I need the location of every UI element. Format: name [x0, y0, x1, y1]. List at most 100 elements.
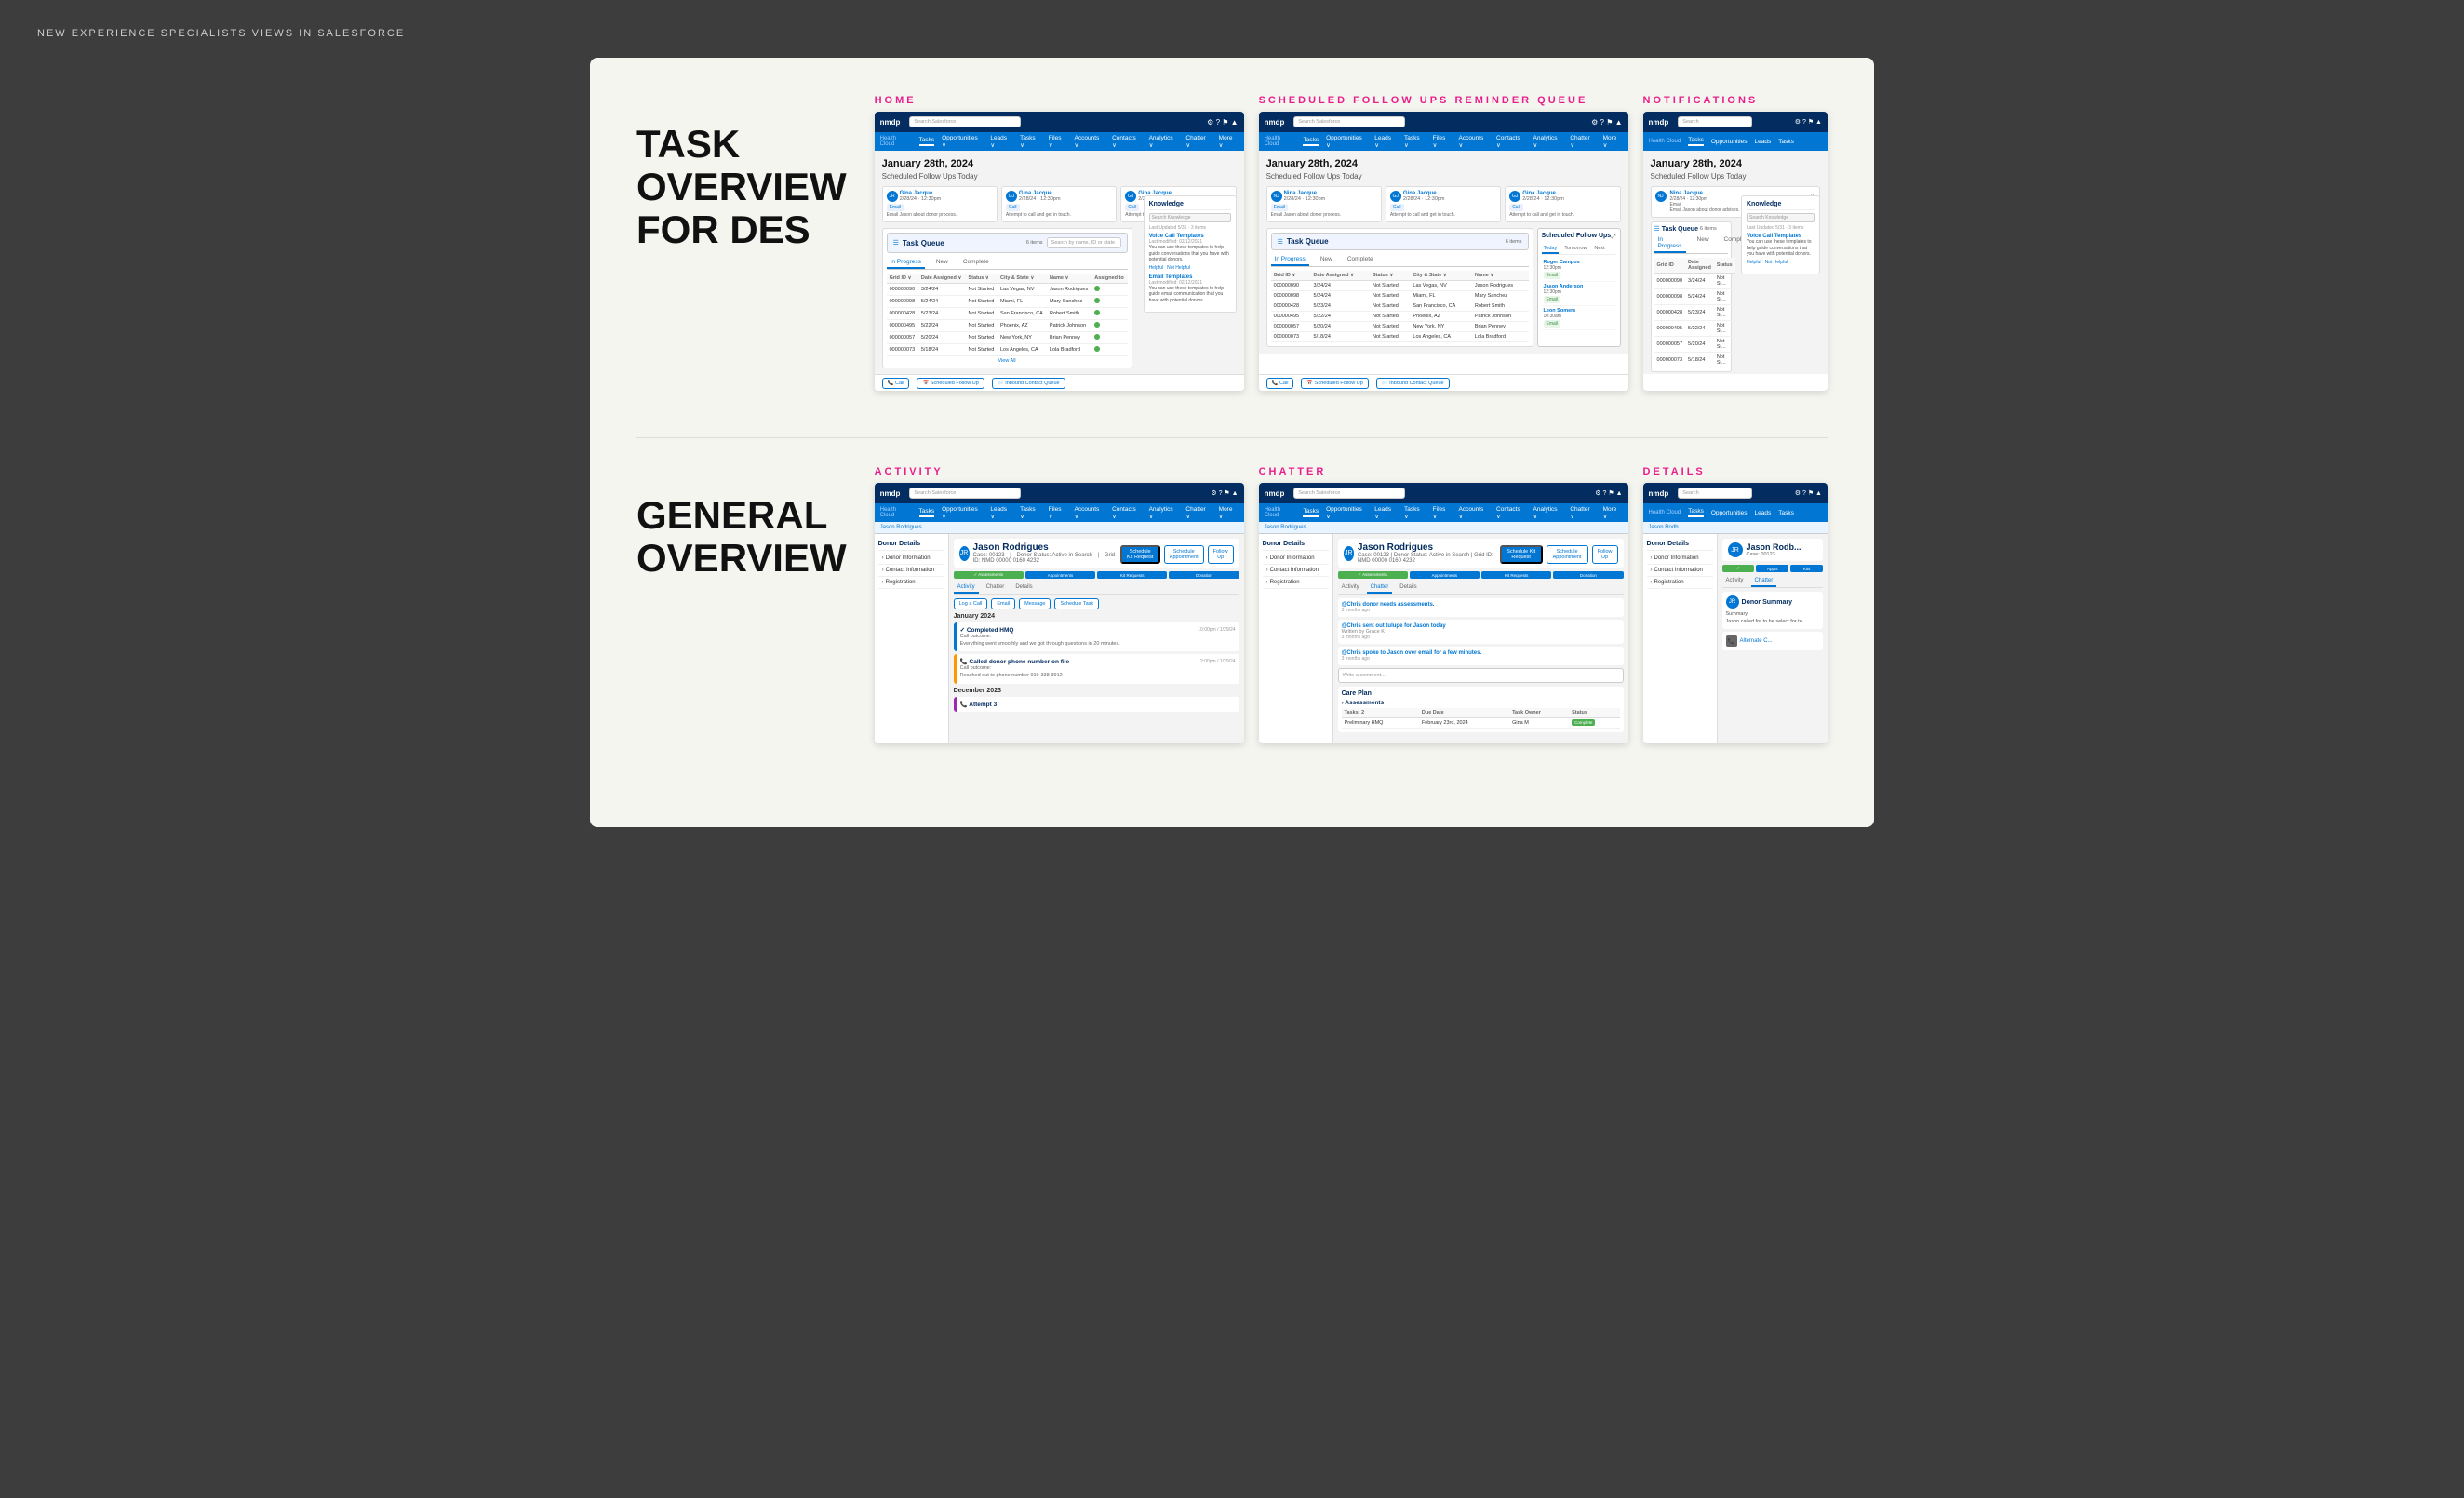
helpful-btn[interactable]: Helpful	[1149, 265, 1164, 271]
nav-tasks[interactable]: Tasks	[919, 137, 935, 146]
cell-name[interactable]: Jason Rodrigues	[1047, 284, 1091, 296]
act-nav-more[interactable]: More ∨	[1219, 506, 1239, 520]
table-row[interactable]: 000000090 3/24/24 Not Started Las Vegas,…	[887, 284, 1128, 296]
chatter-search[interactable]: Search Salesforce	[1293, 488, 1405, 499]
act-sidebar-contact[interactable]: › Contact Information	[878, 565, 944, 577]
chatter-comment-box[interactable]: Write a comment...	[1338, 668, 1624, 683]
nav-contacts[interactable]: Contacts ∨	[1112, 135, 1141, 149]
notif-tab-inprogress[interactable]: In Progress	[1654, 234, 1686, 253]
act-nav-ch[interactable]: Chatter ∨	[1185, 506, 1211, 520]
notif-not-helpful-btn[interactable]: Not Helpful	[1765, 260, 1788, 265]
cell-name[interactable]: Patrick Johnson	[1047, 320, 1091, 332]
nav-files-2[interactable]: Files ∨	[1433, 135, 1452, 149]
table-row[interactable]: 0000000575/20/24Not StartedNew York, NYB…	[1271, 322, 1529, 332]
chatter-nav-leads[interactable]: Leads ∨	[1374, 506, 1397, 520]
nav-contacts-2[interactable]: Contacts ∨	[1496, 135, 1525, 149]
chatter-sidebar-contact[interactable]: › Contact Information	[1263, 565, 1329, 577]
sfu-action-1[interactable]: Email	[1544, 272, 1561, 279]
act-nav-an[interactable]: Analytics ∨	[1149, 506, 1179, 520]
table-row[interactable]: 000000495 5/22/24 Not Started Phoenix, A…	[887, 320, 1128, 332]
cell-name[interactable]: Lola Bradford	[1047, 344, 1091, 356]
schedule-task-btn[interactable]: Schedule Task	[1054, 598, 1099, 609]
inbound-contact-btn-2[interactable]: 📨 Inbound Contact Queue	[1376, 378, 1450, 389]
act-nav-opps[interactable]: Opportunities ∨	[942, 506, 983, 520]
chatter-sidebar-reg[interactable]: › Registration	[1263, 577, 1329, 589]
tab-new-2[interactable]: New	[1317, 254, 1336, 266]
nav-chatter[interactable]: Chatter ∨	[1185, 135, 1211, 149]
schedule-appt-btn[interactable]: Schedule Appointment	[1164, 545, 1204, 564]
det-tab-chatter[interactable]: Chatter	[1751, 576, 1777, 587]
sf-search[interactable]: Search Salesforce	[909, 116, 1021, 127]
notif-kp-search[interactable]: Search Knowledge	[1747, 213, 1815, 222]
nav-opps-3[interactable]: Opportunities	[1711, 139, 1748, 145]
chatter-nav-opps[interactable]: Opportunities ∨	[1326, 506, 1367, 520]
nav-more[interactable]: More ∨	[1219, 135, 1239, 149]
sf-search-2[interactable]: Search Salesforce	[1293, 116, 1405, 127]
nav-tasks2-2[interactable]: Tasks ∨	[1404, 135, 1426, 149]
chatter-tab-details[interactable]: Details	[1396, 582, 1420, 594]
table-row[interactable]: 0000004285/23/24Not St...	[1654, 305, 1735, 321]
sf-search-3[interactable]: Search	[1678, 116, 1752, 127]
tab-chatter[interactable]: Chatter	[983, 582, 1009, 594]
tab-complete[interactable]: Complete	[959, 257, 993, 269]
table-row[interactable]: 0000000575/20/24Not St...	[1654, 337, 1735, 353]
log-call-btn[interactable]: Log a Call	[954, 598, 988, 609]
det-tab-activity[interactable]: Activity	[1722, 576, 1748, 587]
act-nav-tasks2[interactable]: Tasks ∨	[1020, 506, 1041, 520]
nav-more-2[interactable]: More ∨	[1603, 135, 1623, 149]
sfu-action-3[interactable]: Email	[1544, 320, 1561, 328]
det-search[interactable]: Search	[1678, 488, 1752, 499]
task-action-3[interactable]: Call	[1125, 204, 1139, 211]
nav-analytics[interactable]: Analytics ∨	[1149, 135, 1179, 149]
nav-files[interactable]: Files ∨	[1049, 135, 1067, 149]
table-row[interactable]: 000000073 5/18/24 Not Started Los Angele…	[887, 344, 1128, 356]
act-nav-cont[interactable]: Contacts ∨	[1112, 506, 1141, 520]
chatter-followup-btn[interactable]: Follow Up	[1592, 545, 1618, 564]
chatter-nav-cont[interactable]: Contacts ∨	[1496, 506, 1525, 520]
det-sidebar-info[interactable]: › Donor Information	[1647, 553, 1713, 565]
chatter-schedule-appt-btn[interactable]: Schedule Appointment	[1547, 545, 1588, 564]
call-btn[interactable]: 📞 Call	[882, 378, 910, 389]
notif-helpful-btn[interactable]: Helpful	[1747, 260, 1761, 265]
sfu-tab-today[interactable]: Today	[1542, 245, 1560, 254]
chatter-schedule-kit-btn[interactable]: Schedule Kit Request	[1500, 545, 1543, 564]
nav-tasks-more-3[interactable]: Tasks	[1778, 139, 1794, 145]
tab-activity[interactable]: Activity	[954, 582, 979, 594]
nav-accounts[interactable]: Accounts ∨	[1075, 135, 1105, 149]
det-sidebar-reg[interactable]: › Registration	[1647, 577, 1713, 589]
sched-action-3[interactable]: Call	[1509, 204, 1523, 211]
nav-leads-3[interactable]: Leads	[1755, 139, 1772, 145]
table-row[interactable]: 000000098 5/24/24 Not Started Miami, FL …	[887, 296, 1128, 308]
det-nav-opps[interactable]: Opportunities	[1711, 510, 1748, 516]
nav-accounts-2[interactable]: Accounts ∨	[1459, 135, 1490, 149]
chatter-nav-acc[interactable]: Accounts ∨	[1459, 506, 1490, 520]
view-all[interactable]: View All	[887, 358, 1128, 364]
knowledge-search[interactable]: Search Knowledge	[1149, 213, 1231, 222]
chatter-nav-ch[interactable]: Chatter ∨	[1570, 506, 1595, 520]
call-btn-2[interactable]: 📞 Call	[1266, 378, 1294, 389]
act-search[interactable]: Search Salesforce	[909, 488, 1021, 499]
act-nav-tasks[interactable]: Tasks	[919, 508, 935, 517]
queue-search[interactable]: Search by name, ID or state	[1047, 237, 1121, 248]
message-btn[interactable]: Message	[1019, 598, 1051, 609]
cell-name[interactable]: Robert Smith	[1047, 308, 1091, 320]
email-btn[interactable]: Email	[991, 598, 1015, 609]
sfu-action-2[interactable]: Email	[1544, 296, 1561, 303]
chatter-nav-tasks[interactable]: Tasks	[1303, 508, 1319, 517]
cell-name[interactable]: Brian Penney	[1047, 332, 1091, 344]
nav-leads-2[interactable]: Leads ∨	[1374, 135, 1397, 149]
act-sidebar-reg[interactable]: › Registration	[878, 577, 944, 589]
table-row[interactable]: 0000000735/18/24Not StartedLos Angeles, …	[1271, 332, 1529, 342]
schedule-kit-btn[interactable]: Schedule Kit Request	[1120, 545, 1160, 564]
nav-tasks-2[interactable]: Tasks	[1303, 137, 1319, 146]
chatter-sidebar-info[interactable]: › Donor Information	[1263, 553, 1329, 565]
table-row[interactable]: 0000000985/24/24Not StartedMiami, FLMary…	[1271, 291, 1529, 301]
table-row[interactable]: 000000428 5/23/24 Not Started San Franci…	[887, 308, 1128, 320]
nav-chatter-2[interactable]: Chatter ∨	[1570, 135, 1595, 149]
nav-analytics-2[interactable]: Analytics ∨	[1533, 135, 1563, 149]
cell-name[interactable]: Mary Sanchez	[1047, 296, 1091, 308]
chatter-nav-more[interactable]: More ∨	[1603, 506, 1623, 520]
chatter-tab-chatter[interactable]: Chatter	[1367, 582, 1393, 594]
sfu-expand[interactable]: ⤢	[1612, 234, 1616, 241]
notif-tab-new[interactable]: New	[1694, 234, 1713, 253]
